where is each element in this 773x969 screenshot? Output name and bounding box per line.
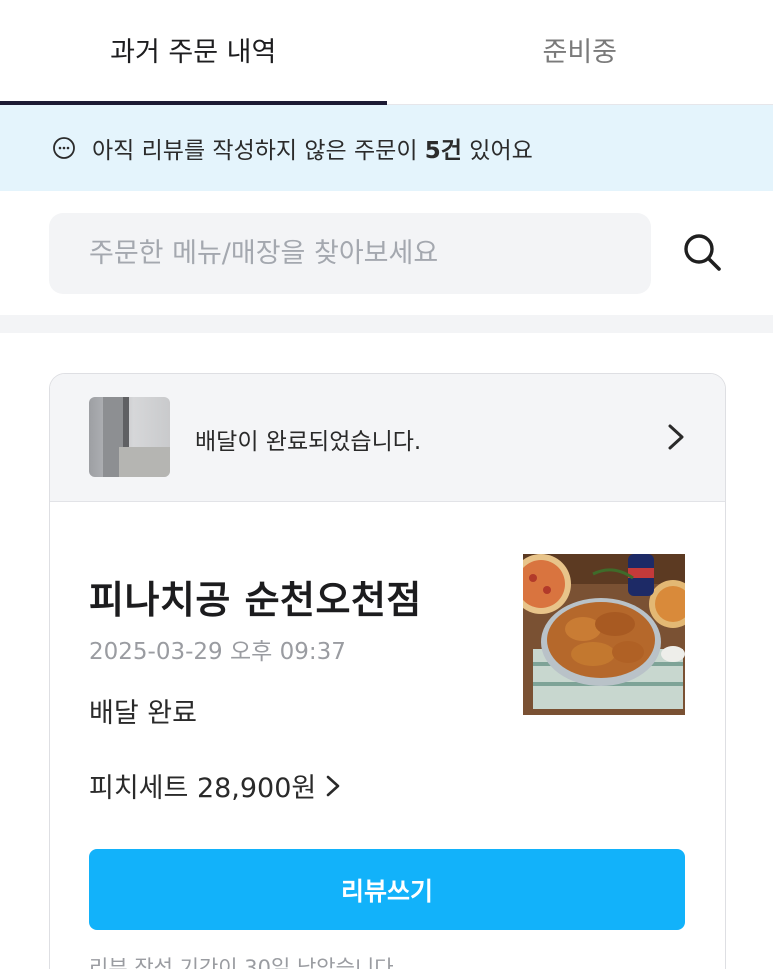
- delivery-photo-thumbnail: [89, 397, 170, 477]
- search-box: [49, 213, 651, 294]
- notice-count: 5건: [424, 138, 462, 164]
- tab-past-orders-label: 과거 주문 내역: [110, 36, 277, 68]
- review-period-note: 리뷰 작성 기간이 30일 남았습니다: [89, 956, 394, 969]
- search-icon: [681, 231, 723, 277]
- chevron-right-small-icon: [326, 774, 340, 798]
- order-card: 배달이 완료되었습니다. 피나치공 순천오천점 2025-03-29 오후 09…: [49, 373, 726, 969]
- food-photo: [523, 554, 685, 715]
- search-input[interactable]: [87, 237, 631, 270]
- store-name: 피나치공 순천오천점: [89, 578, 422, 622]
- section-divider: [0, 315, 773, 333]
- tab-preparing-label: 준비중: [542, 36, 618, 68]
- order-summary-text: 피치세트 28,900원: [89, 773, 317, 804]
- notice-text: 아직 리뷰를 작성하지 않은 주문이 5건 있어요: [92, 131, 533, 165]
- notice-prefix: 아직 리뷰를 작성하지 않은 주문이: [92, 138, 425, 164]
- order-date: 2025-03-29 오후 09:37: [89, 639, 346, 665]
- order-summary-link[interactable]: 피치세트 28,900원: [89, 766, 340, 805]
- tab-preparing[interactable]: 준비중: [387, 0, 773, 104]
- order-history-page: 과거 주문 내역 준비중 아직 리뷰를 작성하지 않은 주문이 5건 있어요 주…: [0, 0, 773, 969]
- chevron-right-icon: [664, 422, 688, 452]
- review-notice-banner: 아직 리뷰를 작성하지 않은 주문이 5건 있어요: [0, 105, 773, 191]
- tab-bar: 과거 주문 내역 준비중: [0, 0, 773, 105]
- delivery-status: 배달 완료: [89, 698, 197, 729]
- notice-suffix: 있어요: [461, 138, 533, 164]
- write-review-button[interactable]: 리뷰쓰기: [89, 849, 685, 930]
- delivery-status-header[interactable]: 배달이 완료되었습니다.: [50, 374, 725, 502]
- chat-bubble-icon: [52, 136, 76, 160]
- tab-past-orders[interactable]: 과거 주문 내역: [0, 0, 387, 105]
- search-button[interactable]: [680, 232, 724, 276]
- delivery-status-message: 배달이 완료되었습니다.: [195, 429, 422, 455]
